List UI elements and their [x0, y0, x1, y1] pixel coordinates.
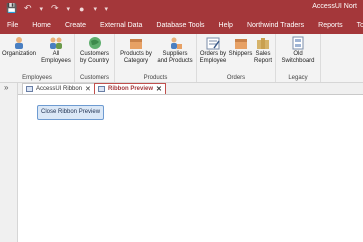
old-switchboard-icon — [292, 36, 304, 50]
group-label-orders: Orders — [226, 75, 246, 81]
orders-by-employee-icon — [206, 37, 220, 50]
group-employees: Organization All Employees Employees — [0, 34, 75, 82]
old-switchboard-label: Old Switchboard — [281, 51, 315, 64]
form-content: Close Ribbon Preview — [18, 95, 363, 242]
close-ribbon-preview-button[interactable]: Close Ribbon Preview — [37, 105, 105, 120]
mode-dropdown-icon[interactable]: ▾ — [92, 2, 98, 15]
tab-reports[interactable]: Reports — [311, 17, 350, 34]
group-orders: Orders by Employee Shippers Sales Report… — [197, 34, 276, 82]
customers-by-country-button[interactable]: Customers by Country — [78, 36, 111, 65]
group-label-employees: Employees — [22, 75, 52, 81]
group-label-customers: Customers — [79, 75, 109, 81]
all-employees-button[interactable]: All Employees — [40, 36, 72, 65]
close-icon[interactable]: ✕ — [156, 85, 162, 93]
save-icon[interactable]: 💾 — [6, 2, 17, 15]
group-legacy: Old Switchboard Legacy — [276, 34, 321, 82]
tab-label: Ribbon Preview — [108, 86, 154, 92]
form-icon — [26, 86, 33, 92]
navigation-pane: » — [0, 83, 18, 242]
customize-qat-icon[interactable]: ▾ — [103, 2, 109, 15]
suppliers-and-products-button[interactable]: Suppliers and Products — [156, 36, 194, 65]
sales-report-label: Sales Report — [253, 51, 272, 64]
close-icon[interactable]: ✕ — [85, 85, 91, 93]
undo-dropdown-icon[interactable]: ▾ — [38, 2, 44, 15]
tab-external-data[interactable]: External Data — [93, 17, 149, 34]
tab-create[interactable]: Create — [58, 17, 93, 34]
tab-northwind-traders[interactable]: Northwind Traders — [240, 17, 311, 34]
ribbon: Organization All Employees Employees Cus… — [0, 34, 363, 83]
customers-by-country-label: Customers by Country — [79, 51, 109, 64]
expand-navigation-icon[interactable]: » — [4, 83, 8, 92]
suppliers-and-products-label: Suppliers and Products — [157, 51, 193, 64]
products-by-category-icon — [130, 39, 142, 49]
all-employees-icon — [50, 37, 62, 49]
group-products: Products by Category Suppliers and Produ… — [115, 34, 197, 82]
title-bar: 💾 ↶ ▾ ↷ ▾ ● ▾ ▾ AccessUI Nort — [0, 0, 363, 17]
window-title: AccessUI Nort — [312, 3, 357, 10]
all-employees-label: All Employees — [41, 51, 71, 64]
orders-by-employee-button[interactable]: Orders by Employee — [199, 36, 227, 65]
orders-by-employee-label: Orders by Employee — [199, 51, 227, 64]
form-icon — [98, 86, 105, 92]
products-by-category-label: Products by Category — [120, 51, 152, 64]
sales-report-button[interactable]: Sales Report — [253, 36, 273, 65]
organization-label: Organization — [1, 51, 37, 57]
redo-dropdown-icon[interactable]: ▾ — [65, 2, 71, 15]
shippers-button[interactable]: Shippers — [228, 36, 253, 58]
tab-accessui-ribbon[interactable]: AccessUI Ribbon ✕ — [22, 83, 95, 94]
redo-icon[interactable]: ↷ — [49, 2, 60, 15]
organization-icon — [15, 37, 23, 49]
tab-label: AccessUI Ribbon — [36, 86, 83, 92]
products-by-category-button[interactable]: Products by Category — [118, 36, 154, 65]
mode-icon[interactable]: ● — [76, 2, 87, 15]
shippers-icon — [234, 39, 247, 49]
tab-file[interactable]: File — [0, 17, 25, 34]
group-label-products: Products — [143, 75, 168, 81]
group-customers: Customers by Country Customers — [75, 34, 115, 82]
tab-home[interactable]: Home — [25, 17, 58, 34]
document-tabs: AccessUI Ribbon ✕ Ribbon Preview ✕ — [18, 83, 363, 95]
undo-icon[interactable]: ↶ — [22, 2, 33, 15]
shippers-label: Shippers — [228, 51, 253, 57]
tab-ribbon-preview[interactable]: Ribbon Preview ✕ — [94, 83, 166, 94]
tab-database-tools[interactable]: Database Tools — [149, 17, 211, 34]
organization-button[interactable]: Organization — [1, 36, 37, 58]
quick-access-toolbar: 💾 ↶ ▾ ↷ ▾ ● ▾ ▾ — [6, 2, 109, 15]
tab-help[interactable]: Help — [212, 17, 240, 34]
tab-tools[interactable]: Tools — [350, 17, 363, 34]
suppliers-and-products-icon — [171, 37, 182, 49]
ribbon-tabs: File Home Create External Data Database … — [0, 17, 363, 34]
old-switchboard-button[interactable]: Old Switchboard — [279, 36, 317, 65]
sales-report-icon — [257, 38, 269, 49]
customers-by-country-icon — [88, 37, 101, 49]
group-label-legacy: Legacy — [288, 75, 308, 81]
